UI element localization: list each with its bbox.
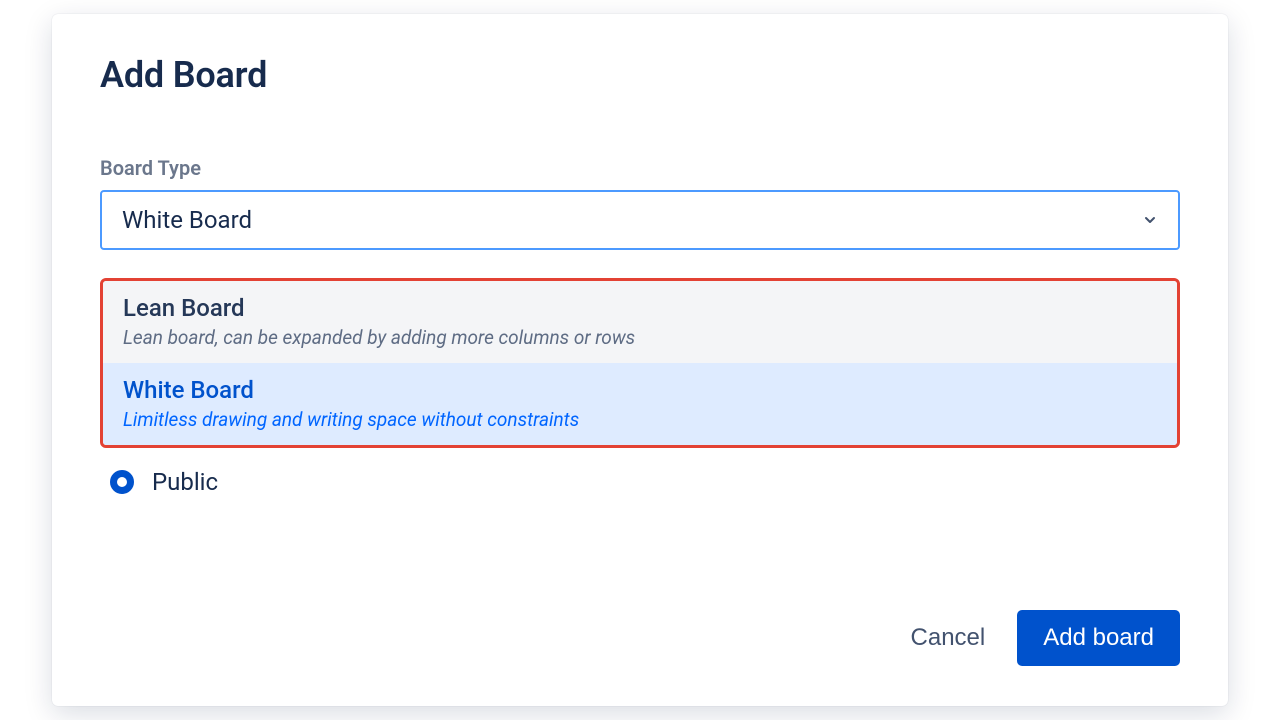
add-board-dialog: Add Board Board Type White Board Lean Bo… (52, 14, 1228, 706)
chevron-down-icon (1142, 212, 1158, 228)
board-type-select[interactable]: White Board (100, 190, 1180, 250)
visibility-radio-label: Public (152, 468, 218, 496)
board-type-option-white-board[interactable]: White Board Limitless drawing and writin… (103, 363, 1177, 445)
option-description: Lean board, can be expanded by adding mo… (123, 326, 1157, 351)
option-title: Lean Board (123, 293, 1157, 324)
cancel-button[interactable]: Cancel (903, 614, 994, 662)
option-title: White Board (123, 375, 1157, 406)
board-type-dropdown: Lean Board Lean board, can be expanded b… (100, 278, 1180, 448)
dialog-actions: Cancel Add board (903, 610, 1180, 666)
add-board-button[interactable]: Add board (1017, 610, 1180, 666)
radio-selected-icon (110, 470, 134, 494)
board-type-option-lean-board[interactable]: Lean Board Lean board, can be expanded b… (103, 281, 1177, 363)
visibility-radio-public[interactable] (108, 468, 136, 496)
visibility-field: Public (100, 468, 1180, 496)
board-type-selected-value: White Board (122, 206, 252, 234)
board-type-field: White Board Lean Board Lean board, can b… (100, 190, 1180, 250)
option-description: Limitless drawing and writing space with… (123, 408, 1157, 433)
board-type-label: Board Type (100, 156, 1180, 180)
dialog-title: Add Board (100, 54, 1180, 96)
